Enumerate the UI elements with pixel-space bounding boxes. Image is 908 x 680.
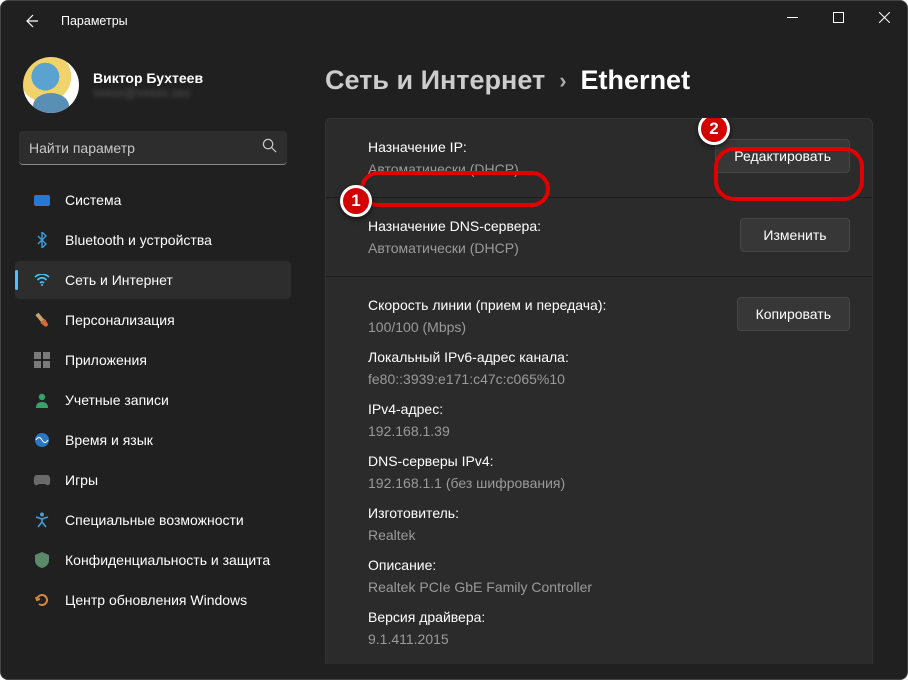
detail-value: fe80::3939:e171:c47c:c065%10 (368, 371, 700, 387)
section-ip: Назначение IP: Автоматически (DHCP) Реда… (326, 119, 872, 198)
bluetooth-icon (33, 231, 51, 249)
system-icon (33, 191, 51, 209)
sidebar-item-label: Персонализация (65, 312, 175, 328)
maximize-button[interactable] (815, 1, 861, 33)
breadcrumb: Сеть и Интернет › Ethernet (325, 65, 907, 96)
person-icon (33, 391, 51, 409)
profile-name: Виктор Бухтеев (93, 70, 203, 86)
games-icon (33, 471, 51, 489)
wifi-icon (33, 271, 51, 289)
detail-value: 100/100 (Mbps) (368, 319, 700, 335)
detail-label: Описание: (368, 557, 700, 573)
detail-label: Изготовитель: (368, 505, 700, 521)
detail-value: 9.1.411.2015 (368, 631, 700, 647)
detail-value: Realtek (368, 527, 700, 543)
edit-ip-button[interactable]: Редактировать (715, 139, 850, 173)
accessibility-icon (33, 511, 51, 529)
detail-value: 192.168.1.1 (без шифрования) (368, 475, 700, 491)
sidebar: Виктор Бухтеев xxxxx@xxxxx.xxx Система (1, 41, 301, 679)
sidebar-item-label: Bluetooth и устройства (65, 232, 212, 248)
time-icon (33, 431, 51, 449)
sidebar-item-accounts[interactable]: Учетные записи (15, 381, 291, 419)
settings-window: Параметры Виктор Бухтеев xxxxx@xxxxx.xxx (0, 0, 908, 680)
settings-panel: Назначение IP: Автоматически (DHCP) Реда… (325, 118, 873, 664)
breadcrumb-parent[interactable]: Сеть и Интернет (325, 65, 545, 96)
detail-label: Версия драйвера: (368, 609, 700, 625)
sidebar-item-network[interactable]: Сеть и Интернет (15, 261, 291, 299)
apps-icon (33, 351, 51, 369)
edit-dns-button[interactable]: Изменить (740, 218, 850, 252)
shield-icon (33, 551, 51, 569)
search-input[interactable] (29, 140, 262, 156)
sidebar-item-accessibility[interactable]: Специальные возможности (15, 501, 291, 539)
sidebar-item-apps[interactable]: Приложения (15, 341, 291, 379)
sidebar-item-label: Система (65, 192, 121, 208)
detail-value: 192.168.1.39 (368, 423, 700, 439)
sidebar-item-label: Учетные записи (65, 392, 169, 408)
sidebar-item-label: Центр обновления Windows (65, 592, 247, 608)
avatar (23, 57, 79, 113)
detail-label: Локальный IPv6-адрес канала: (368, 349, 700, 365)
minimize-button[interactable] (769, 1, 815, 33)
sidebar-item-bluetooth[interactable]: Bluetooth и устройства (15, 221, 291, 259)
main-content: Сеть и Интернет › Ethernet Назначение IP… (301, 41, 907, 679)
detail-label: DNS-серверы IPv4: (368, 453, 700, 469)
sidebar-item-personalization[interactable]: Персонализация (15, 301, 291, 339)
breadcrumb-current: Ethernet (581, 65, 691, 96)
detail-label: Скорость линии (прием и передача): (368, 297, 700, 313)
detail-value: Realtek PCIe GbE Family Controller (368, 579, 700, 595)
ip-label: Назначение IP: (368, 139, 700, 155)
profile-block[interactable]: Виктор Бухтеев xxxxx@xxxxx.xxx (9, 49, 297, 127)
brush-icon (33, 311, 51, 329)
sidebar-item-label: Сеть и Интернет (65, 272, 173, 288)
titlebar: Параметры (1, 1, 907, 41)
nav-list: Система Bluetooth и устройства Сеть и Ин… (9, 175, 297, 619)
sidebar-item-label: Специальные возможности (65, 512, 244, 528)
app-title: Параметры (61, 14, 128, 28)
sidebar-item-update[interactable]: Центр обновления Windows (15, 581, 291, 619)
ip-value: Автоматически (DHCP) (368, 161, 700, 177)
sidebar-item-label: Конфиденциальность и защита (65, 552, 270, 568)
chevron-right-icon: › (559, 68, 566, 94)
section-details: Скорость линии (прием и передача): 100/10… (326, 277, 872, 664)
sidebar-item-system[interactable]: Система (15, 181, 291, 219)
dns-value: Автоматически (DHCP) (368, 240, 700, 256)
dns-label: Назначение DNS-сервера: (368, 218, 700, 234)
search-field[interactable] (19, 131, 287, 165)
update-icon (33, 591, 51, 609)
sidebar-item-label: Игры (65, 472, 98, 488)
search-icon (262, 138, 277, 158)
profile-email: xxxxx@xxxxx.xxx (93, 86, 203, 100)
section-dns: Назначение DNS-сервера: Автоматически (D… (326, 198, 872, 277)
back-button[interactable] (19, 9, 43, 33)
sidebar-item-privacy[interactable]: Конфиденциальность и защита (15, 541, 291, 579)
sidebar-item-time[interactable]: Время и язык (15, 421, 291, 459)
sidebar-item-gaming[interactable]: Игры (15, 461, 291, 499)
sidebar-item-label: Приложения (65, 352, 147, 368)
close-button[interactable] (861, 1, 907, 33)
copy-button[interactable]: Копировать (737, 297, 850, 331)
detail-label: IPv4-адрес: (368, 401, 700, 417)
sidebar-item-label: Время и язык (65, 432, 153, 448)
